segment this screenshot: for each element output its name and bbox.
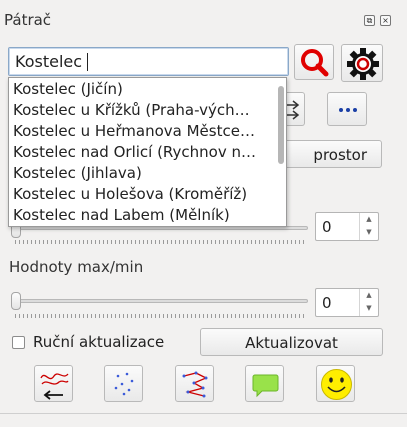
suggestion-dropdown[interactable]: Kostelec (Jičín) Kostelec u Křížků (Prah… (8, 77, 287, 227)
maxmin-label: Hodnoty max/min (9, 258, 144, 276)
spin-arrows-icon[interactable]: ▲ ▼ (359, 213, 378, 240)
suggestion-item[interactable]: Kostelec nad Orlicí (Rychnov n… (13, 142, 273, 163)
spin-arrows-icon[interactable]: ▲ ▼ (359, 289, 378, 316)
polyline-icon (182, 371, 208, 398)
first-slider-ticks (15, 240, 306, 244)
search-input[interactable] (11, 50, 289, 73)
maxmin-spinbox-value: 0 (322, 294, 332, 312)
smiley-icon (321, 369, 352, 400)
maxmin-slider-ticks (15, 314, 306, 318)
panel-title: Pátrač (4, 11, 52, 29)
comment-button[interactable] (245, 365, 284, 402)
dropdown-scrollbar-thumb[interactable] (278, 86, 284, 164)
points-button[interactable] (104, 365, 143, 402)
suggestion-item[interactable]: Kostelec u Heřmanova Městce… (13, 121, 273, 142)
comment-icon (252, 374, 279, 398)
prostor-button[interactable]: prostor (283, 140, 382, 168)
polyline-button[interactable] (175, 365, 214, 402)
route-back-icon (40, 373, 69, 400)
first-spinbox-value: 0 (322, 218, 332, 236)
search-button[interactable] (294, 44, 334, 80)
settings-button[interactable] (341, 44, 383, 82)
panel-bottom-border (0, 413, 407, 414)
float-panel-icon[interactable]: ⧉ (364, 15, 375, 26)
gear-icon (347, 48, 379, 80)
suggestion-item[interactable]: Kostelec (Jičín) (13, 79, 273, 100)
text-caret (87, 53, 88, 71)
update-button[interactable]: Aktualizovat (200, 328, 383, 356)
suggestion-item[interactable]: Kostelec u Křížků (Praha-vých… (13, 100, 273, 121)
ellipsis-icon (339, 108, 357, 112)
search-field[interactable] (8, 47, 289, 76)
route-back-button[interactable] (34, 365, 73, 402)
smiley-button[interactable] (316, 365, 355, 402)
maxmin-spinbox[interactable]: 0 ▲ ▼ (315, 288, 379, 317)
first-spinbox[interactable]: 0 ▲ ▼ (315, 212, 379, 241)
magnifier-icon (301, 49, 329, 77)
close-panel-icon[interactable]: × (380, 15, 391, 26)
suggestion-item[interactable]: Kostelec (Jihlava) (13, 163, 273, 184)
update-button-label: Aktualizovat (245, 334, 338, 352)
manual-update-label: Ruční aktualizace (33, 333, 165, 351)
prostor-button-label: prostor (313, 146, 367, 164)
maxmin-slider-track[interactable] (13, 299, 308, 303)
maxmin-slider-handle[interactable] (11, 292, 21, 310)
more-button[interactable] (327, 92, 367, 126)
suggestion-item[interactable]: Kostelec u Holešova (Kroměříž) (13, 184, 273, 205)
suggestion-item[interactable]: Kostelec nad Labem (Mělník) (13, 205, 273, 226)
manual-update-checkbox[interactable] (12, 336, 25, 349)
points-icon (114, 372, 134, 396)
